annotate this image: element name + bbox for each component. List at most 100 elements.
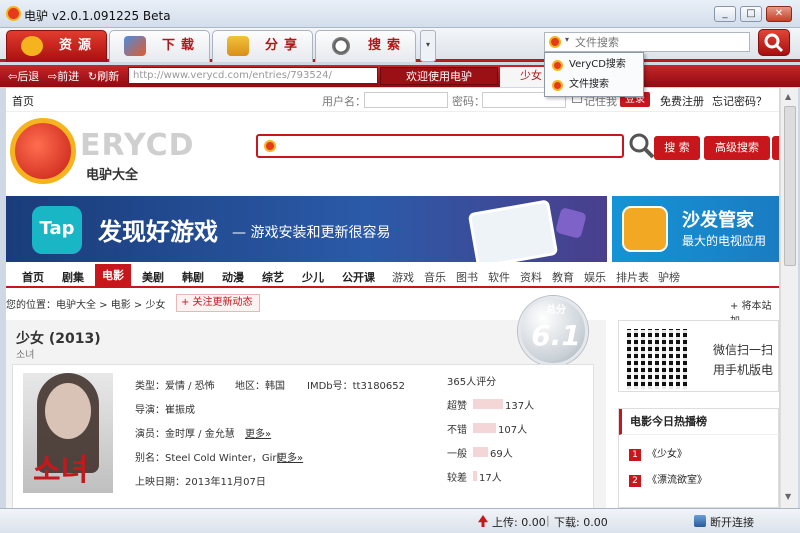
tab-share[interactable]: 分享	[212, 30, 313, 62]
breadcrumb: 您的位置：电驴大全 > 电影 > 少女	[6, 300, 166, 311]
banner-title: 发现好游戏	[98, 218, 218, 246]
scroll-thumb[interactable]	[784, 106, 796, 266]
tab-resources-label: 资源	[59, 38, 98, 53]
cat-kr-drama[interactable]: 韩剧	[182, 269, 204, 285]
tab-more-button[interactable]: ▾	[420, 30, 436, 62]
status-bar: 上传: 0.00 | 下载: 0.00 断开连接	[0, 508, 800, 533]
advanced-search-button[interactable]: 高级搜索	[704, 136, 770, 160]
cat-series[interactable]: 剧集	[62, 269, 84, 285]
upload-speed: 上传: 0.00	[492, 516, 546, 529]
username-input[interactable]	[364, 92, 448, 108]
cat-games[interactable]: 游戏	[392, 269, 414, 285]
phone-image	[467, 199, 559, 262]
tap-logo: Tap	[32, 206, 82, 254]
cat-open-course[interactable]: 公开课	[342, 269, 375, 285]
ad-banner-tap[interactable]: Tap 发现好游戏 — 游戏安装和更新很容易	[6, 196, 607, 262]
search-input[interactable]	[575, 34, 745, 50]
tab-resources[interactable]: 资源	[6, 30, 107, 62]
extra-button[interactable]	[772, 136, 779, 160]
vertical-scrollbar[interactable]: ▲ ▼	[780, 88, 798, 508]
dropdown-item-label: VeryCD搜索	[569, 59, 626, 70]
dropdown-item-verycd[interactable]: VeryCD搜索	[549, 55, 641, 75]
movie-poster[interactable]: 소녀	[23, 373, 113, 493]
hot-item-title: 《少女》	[647, 449, 687, 460]
movie-aka: 别名：Steel Cold Winter，Girl	[135, 453, 280, 464]
rating-row: 较差 17人	[447, 469, 597, 484]
minimize-button[interactable]: _	[714, 6, 736, 22]
cat-entertainment[interactable]: 娱乐	[584, 269, 606, 285]
tab-download-label: 下载	[162, 38, 201, 53]
qr-code-overlay	[627, 329, 687, 389]
hot-list-item[interactable]: 2 《漂流欲室》	[629, 471, 707, 487]
tab-search[interactable]: 搜索	[315, 30, 416, 62]
cat-kids[interactable]: 少儿	[302, 269, 324, 285]
app-logo-icon	[6, 6, 21, 21]
tab-search-label: 搜索	[368, 38, 407, 53]
rating-row: 超赞 137人	[447, 397, 597, 412]
hot-item-title: 《漂流欲室》	[647, 475, 707, 486]
cat-home[interactable]: 首页	[22, 269, 44, 285]
search-go-button[interactable]	[758, 29, 790, 56]
home-link[interactable]: 首页	[12, 93, 34, 109]
verycd-logo-icon[interactable]	[10, 118, 76, 184]
ad-banner-sofa[interactable]: 沙发管家 最大的电视应用	[612, 196, 779, 262]
cat-materials[interactable]: 资料	[520, 269, 542, 285]
cat-movie[interactable]: 电影	[95, 264, 131, 288]
follow-updates-button[interactable]: + 关注更新动态	[176, 294, 260, 312]
more-aka-link[interactable]: 更多»	[277, 449, 303, 464]
resources-icon	[21, 36, 43, 56]
maximize-button[interactable]: □	[740, 6, 762, 22]
forward-button[interactable]: ⇨前进	[48, 68, 79, 84]
back-button[interactable]: ⇦后退	[8, 68, 39, 84]
scroll-down-icon[interactable]: ▼	[785, 492, 791, 501]
refresh-label: 刷新	[97, 70, 120, 83]
register-link[interactable]: 免费注册	[660, 93, 704, 109]
qr-text-line1: 微信扫一扫	[713, 343, 774, 357]
tab-download[interactable]: 下载	[109, 30, 210, 62]
cat-software[interactable]: 软件	[488, 269, 510, 285]
rating-row: 一般 69人	[447, 445, 597, 460]
forward-label: 前进	[57, 70, 80, 83]
hot-list-item[interactable]: 1 《少女》	[629, 445, 687, 461]
search-engine-icon[interactable]	[549, 36, 561, 48]
cat-education[interactable]: 教育	[552, 269, 574, 285]
refresh-button[interactable]: ↻刷新	[88, 68, 119, 84]
brand-subtitle: 电驴大全	[86, 168, 139, 183]
rating-count: 365人评分	[447, 377, 497, 388]
cat-books[interactable]: 图书	[456, 269, 478, 285]
browser-tab-welcome[interactable]: 欢迎使用电驴	[380, 67, 498, 85]
movie-release-date: 上映日期：2013年11月07日	[135, 477, 266, 488]
forgot-password-link[interactable]: 忘记密码？	[712, 93, 767, 109]
close-button[interactable]: ✕	[766, 6, 792, 22]
hot-list-panel: 电影今日热播榜 1 《少女》 2 《漂流欲室》	[618, 408, 779, 508]
cat-schedule[interactable]: 排片表	[616, 269, 649, 285]
cat-charts[interactable]: 驴榜	[658, 269, 680, 285]
cat-us-drama[interactable]: 美剧	[142, 269, 164, 285]
disconnect-button[interactable]: 断开连接	[710, 514, 754, 530]
scroll-up-icon[interactable]: ▲	[785, 92, 791, 101]
cat-music[interactable]: 音乐	[424, 269, 446, 285]
more-actors-label: 更多»	[245, 429, 272, 440]
movie-info-box: 소녀 类型：爱情 / 恐怖 地区：韩国 IMDb号：tt3180652 导演：崔…	[12, 364, 594, 508]
cat-anime[interactable]: 动漫	[222, 269, 244, 285]
rank-badge: 2	[629, 475, 641, 487]
url-field[interactable]: http://www.verycd.com/entries/793524/	[128, 67, 378, 84]
web-page: 首页 用户名： 密码： 记住我 登录 免费注册 忘记密码？ ERYCD 电驴大全…	[6, 88, 779, 508]
magnifier-icon	[628, 132, 656, 160]
dropdown-item-label: 文件搜索	[569, 79, 609, 90]
title-bar: 电驴 v2.0.1.091225 Beta _ □ ✕	[0, 0, 800, 28]
movie-imdb: IMDb号：tt3180652	[307, 381, 406, 392]
back-label: 后退	[17, 70, 40, 83]
site-search-button[interactable]: 搜 索	[654, 136, 700, 160]
top-search-box[interactable]: ▾	[544, 32, 750, 52]
search-icon	[764, 33, 784, 53]
chevron-down-icon[interactable]: ▾	[565, 35, 569, 44]
rating-count-value: 107人	[498, 425, 528, 436]
dropdown-item-file[interactable]: 文件搜索	[549, 75, 641, 95]
cat-variety[interactable]: 综艺	[262, 269, 284, 285]
rating-bar	[473, 447, 488, 457]
download-speed: 下载: 0.00	[554, 516, 608, 529]
rating-distribution: 365人评分 超赞 137人 不错 107人 一般 69人 较差 17人	[447, 373, 597, 493]
more-actors-link[interactable]: 更多»	[245, 425, 271, 440]
site-search-input[interactable]	[256, 134, 624, 158]
